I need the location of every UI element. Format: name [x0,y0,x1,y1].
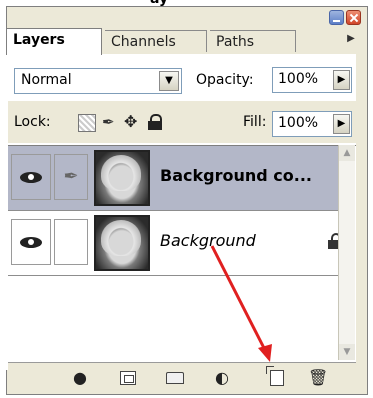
fill-field[interactable]: 100% ▶ [272,111,352,137]
layer-row[interactable]: ✒ Background co... [8,146,338,211]
opacity-slider-arrow-icon[interactable]: ▶ [333,70,350,90]
opacity-label: Opacity: [196,72,254,88]
chevron-down-icon[interactable]: ▼ [159,71,179,91]
fill-label: Fill: [243,114,267,130]
fill-slider-arrow-icon[interactable]: ▶ [333,114,350,134]
adjustment-layer-icon[interactable]: ◐ [212,368,232,388]
delete-layer-icon[interactable]: 🗑 [308,368,328,388]
lock-position-icon[interactable]: ✥ [124,114,140,130]
blend-mode-select[interactable]: Normal ▼ [14,68,182,94]
panel-tabs: Layers Channels Paths ▶ [6,28,358,55]
layers-scrollbar[interactable]: ▲ ▼ [338,145,355,360]
opacity-field[interactable]: 100% ▶ [272,67,352,93]
tab-paths[interactable]: Paths [210,30,296,52]
brush-icon: ✒ [54,154,88,200]
tab-channels[interactable]: Channels [105,30,207,52]
layers-list: ✒ Background co... Background [8,145,356,361]
tab-layers[interactable]: Layers [6,28,102,55]
eye-icon[interactable] [11,154,51,200]
panel-bottom-toolbar: ● ◐ 🗑 [8,362,356,393]
scroll-down-icon[interactable]: ▼ [339,344,355,360]
layer-row[interactable]: Background [8,211,342,276]
panel-menu-icon[interactable]: ▶ [344,32,358,46]
lock-all-icon[interactable] [147,114,163,130]
fill-value: 100% [278,115,319,131]
new-layer-icon[interactable] [266,366,284,386]
link-cell [54,219,88,265]
lock-image-pixels-icon[interactable]: ✒ [102,114,118,130]
layer-name[interactable]: Background [160,231,256,250]
minimize-icon[interactable] [329,10,344,25]
new-group-icon[interactable] [166,372,184,384]
opacity-value: 100% [278,71,319,87]
panel-titlebar [7,7,367,29]
link-layers-icon[interactable]: ● [70,368,90,388]
layer-thumbnail [94,215,150,271]
eye-icon[interactable] [11,219,51,265]
layer-name[interactable]: Background co... [160,166,312,185]
lock-label: Lock: [14,114,51,130]
layer-thumbnail [94,150,150,206]
scroll-up-icon[interactable]: ▲ [339,145,355,161]
blend-mode-value: Normal [21,72,72,88]
close-icon[interactable] [346,10,361,25]
add-layer-mask-icon[interactable] [120,371,136,385]
lock-transparent-pixels-icon[interactable] [78,114,96,132]
